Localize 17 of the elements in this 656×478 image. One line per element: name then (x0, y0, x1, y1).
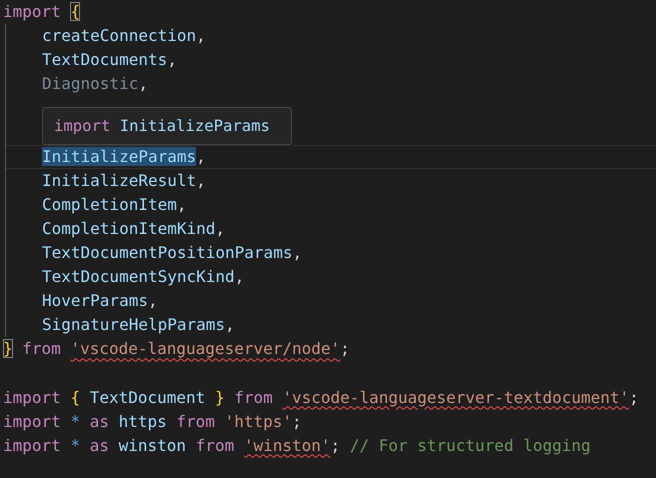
code-line: import * as winston from 'winston'; // For structured logging (3, 436, 591, 455)
code-line: HoverParams, (42, 291, 158, 310)
code-line: } from 'vscode-languageserver/node'; (3, 339, 350, 358)
hover-tooltip: import InitializeParams (42, 107, 292, 145)
code-line: createConnection, (42, 26, 206, 46)
code-line: InitializeResult, (42, 170, 206, 190)
code-line: TextDocuments, (42, 50, 177, 70)
code-line: CompletionItemKind, (42, 218, 226, 238)
code-line: Diagnostic, (42, 74, 148, 94)
code-line: import { (3, 2, 80, 21)
code-line: TextDocumentPositionParams, (42, 242, 302, 262)
code-line: import { TextDocument } from 'vscode-languageserver-textdocument'; (3, 388, 639, 406)
code-line: import * as https from 'https'; (3, 412, 302, 431)
code-line: TextDocumentSyncKind, (42, 267, 244, 286)
code-line: SignatureHelpParams, (42, 315, 235, 334)
code-line: CompletionItem, (42, 194, 186, 214)
code-editor[interactable] (0, 0, 656, 478)
